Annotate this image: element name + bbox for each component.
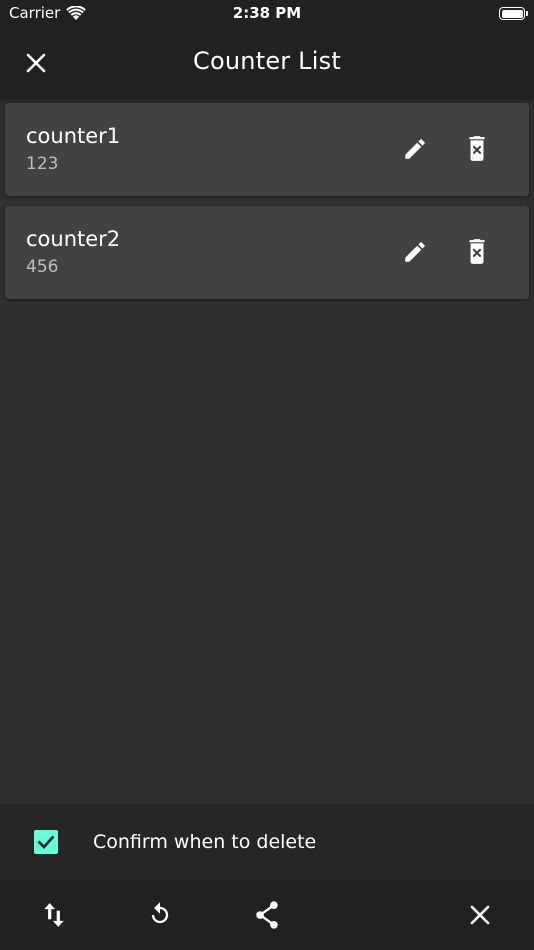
share-button[interactable] bbox=[243, 891, 291, 939]
refresh-icon bbox=[151, 902, 169, 924]
sort-button[interactable] bbox=[30, 891, 78, 939]
edit-button[interactable] bbox=[393, 127, 437, 171]
confirm-label: Confirm when to delete bbox=[93, 831, 317, 853]
close-toolbar-button[interactable] bbox=[456, 891, 504, 939]
pencil-icon bbox=[405, 139, 425, 159]
counter-item[interactable]: counter1 123 bbox=[5, 103, 529, 196]
delete-button[interactable] bbox=[455, 127, 499, 171]
confirm-bar: Confirm when to delete bbox=[0, 804, 534, 880]
reset-button[interactable] bbox=[136, 891, 184, 939]
status-bar: Carrier 2:38 PM bbox=[0, 0, 534, 28]
delete-button[interactable] bbox=[455, 230, 499, 274]
counter-value: 123 bbox=[26, 154, 59, 174]
edit-button[interactable] bbox=[393, 230, 437, 274]
battery-icon bbox=[499, 7, 528, 20]
screen: Carrier 2:38 PM Counter List counter1 12… bbox=[0, 0, 534, 950]
trash-icon bbox=[469, 239, 485, 264]
page-title: Counter List bbox=[193, 47, 341, 75]
counter-list: counter1 123 counter2 456 bbox=[5, 103, 529, 309]
close-icon bbox=[470, 905, 490, 925]
status-time: 2:38 PM bbox=[232, 4, 302, 22]
check-icon bbox=[37, 835, 55, 850]
counter-name: counter2 bbox=[26, 227, 121, 251]
counter-value: 456 bbox=[26, 257, 59, 277]
counter-name: counter1 bbox=[26, 124, 121, 148]
app-bar: Counter List bbox=[0, 28, 534, 98]
counter-item[interactable]: counter2 456 bbox=[5, 206, 529, 299]
pencil-icon bbox=[405, 242, 425, 262]
share-icon bbox=[256, 901, 278, 929]
bottom-toolbar bbox=[0, 880, 534, 950]
trash-icon bbox=[469, 136, 485, 161]
confirm-checkbox[interactable] bbox=[34, 830, 58, 854]
swap-vert-icon bbox=[44, 903, 64, 927]
